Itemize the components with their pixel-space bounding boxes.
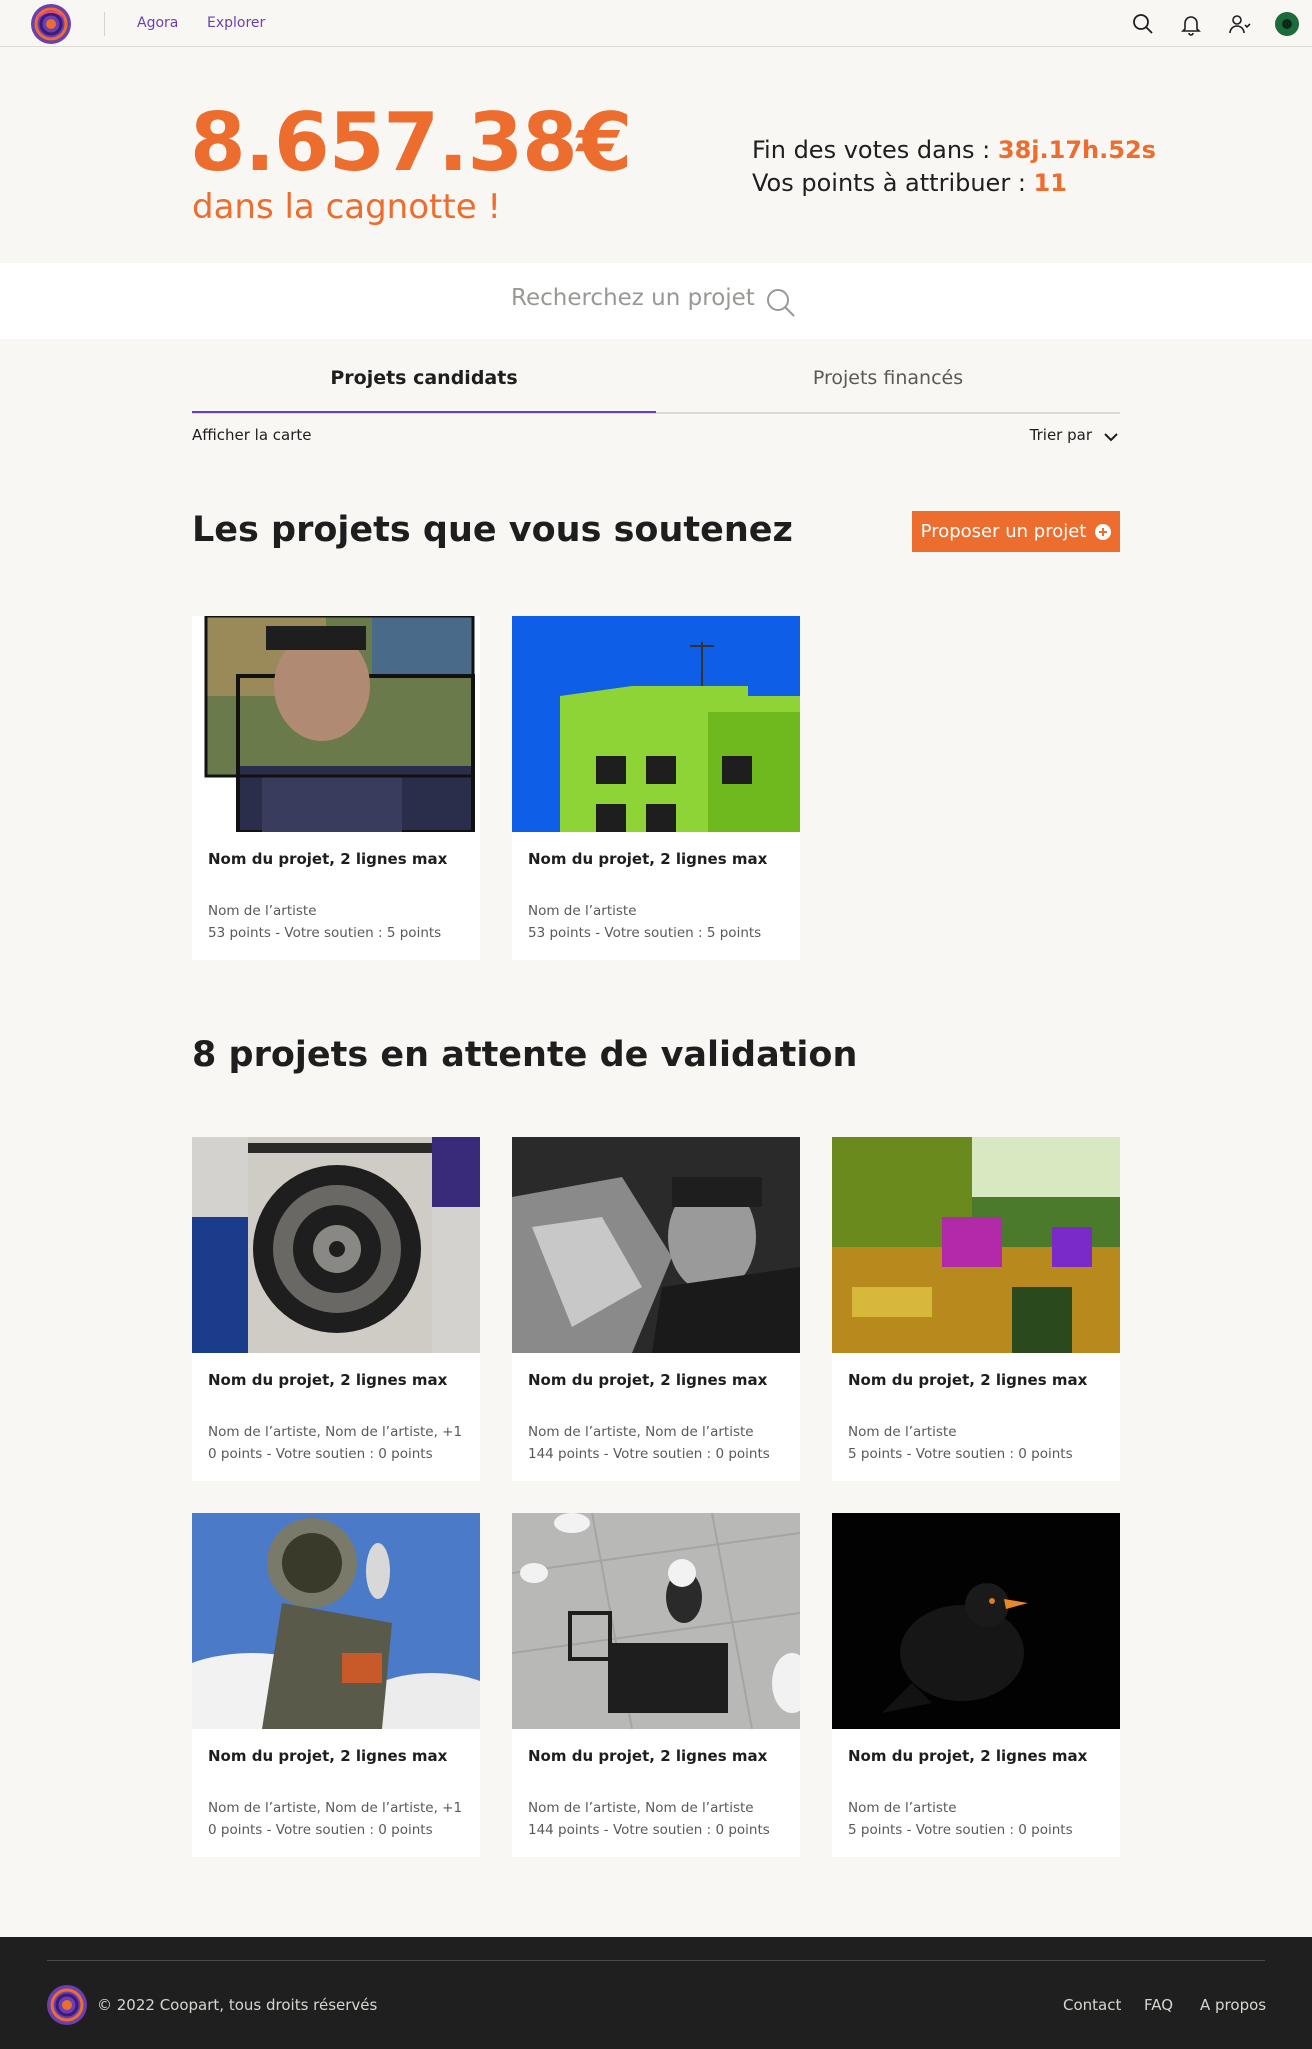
bell-icon[interactable] <box>1179 12 1203 36</box>
nav-divider <box>104 12 105 36</box>
plus-circle-icon <box>1095 523 1112 540</box>
project-thumbnail <box>832 1513 1120 1729</box>
points-line: Vos points à attribuer : 11 <box>752 167 1156 200</box>
project-points: 5 points - Votre soutien : 0 points <box>848 1822 1073 1838</box>
project-artist: Nom de l’artiste <box>208 903 317 919</box>
project-artist: Nom de l’artiste <box>848 1800 957 1816</box>
propose-project-label: Proposer un projet <box>920 521 1087 542</box>
project-card[interactable]: Nom du projet, 2 lignes max Nom de l’art… <box>832 1513 1120 1857</box>
project-thumbnail <box>512 1137 800 1353</box>
project-tabs: Projets candidats Projets financés <box>192 339 1120 414</box>
project-card[interactable]: Nom du projet, 2 lignes max Nom de l’art… <box>192 1137 480 1481</box>
project-thumbnail <box>192 1137 480 1353</box>
project-card[interactable]: Nom du projet, 2 lignes max Nom de l’art… <box>512 616 800 960</box>
project-artist: Nom de l’artiste <box>848 1424 957 1440</box>
footer-link-contact[interactable]: Contact <box>1063 1996 1121 2014</box>
top-nav: Agora Explorer <box>0 0 1312 47</box>
footer-link-faq[interactable]: FAQ <box>1144 1996 1173 2014</box>
project-artist: Nom de l’artiste, Nom de l’artiste <box>528 1800 754 1816</box>
footer-link-a-propos[interactable]: A propos <box>1200 1996 1266 2014</box>
points-label: Vos points à attribuer : <box>752 169 1034 197</box>
project-artist: Nom de l’artiste, Nom de l’artiste, +1 <box>208 1800 463 1816</box>
search-bar[interactable]: Recherchez un projet <box>0 263 1312 339</box>
project-points: 53 points - Votre soutien : 5 points <box>208 925 442 941</box>
vote-end-countdown: 38j.17h.52s <box>997 136 1156 164</box>
project-points: 5 points - Votre soutien : 0 points <box>848 1446 1073 1462</box>
sort-dropdown[interactable]: Trier par <box>1030 426 1092 444</box>
project-points: 144 points - Votre soutien : 0 points <box>528 1446 770 1462</box>
project-thumbnail <box>512 616 800 832</box>
active-tab-indicator <box>192 411 656 413</box>
project-thumbnail <box>832 1137 1120 1353</box>
project-title: Nom du projet, 2 lignes max <box>528 1747 768 1765</box>
avatar[interactable] <box>1275 12 1299 36</box>
project-thumbnail <box>192 1513 480 1729</box>
nav-link-explorer[interactable]: Explorer <box>207 15 265 31</box>
logo-icon[interactable] <box>46 1984 88 2026</box>
search-input[interactable]: Recherchez un projet <box>511 285 755 311</box>
project-title: Nom du projet, 2 lignes max <box>208 1371 448 1389</box>
pending-section-title: 8 projets en attente de validation <box>192 1035 858 1075</box>
pot-subtitle: dans la cagnotte ! <box>192 187 502 227</box>
footer: © 2022 Coopart, tous droits réservés Con… <box>0 1937 1312 2049</box>
vote-info: Fin des votes dans : 38j.17h.52s Vos poi… <box>752 134 1156 200</box>
footer-divider <box>47 1960 1265 1961</box>
project-points: 0 points - Votre soutien : 0 points <box>208 1822 433 1838</box>
supported-section-title: Les projets que vous soutenez <box>192 510 793 550</box>
nav-link-agora[interactable]: Agora <box>137 15 178 31</box>
logo-icon[interactable] <box>30 3 72 45</box>
show-map-link[interactable]: Afficher la carte <box>192 426 312 444</box>
tab-projets-finances[interactable]: Projets financés <box>656 367 1120 389</box>
project-title: Nom du projet, 2 lignes max <box>848 1747 1088 1765</box>
project-artist: Nom de l’artiste, Nom de l’artiste, +1 <box>208 1424 463 1440</box>
project-artist: Nom de l’artiste, Nom de l’artiste <box>528 1424 754 1440</box>
project-thumbnail <box>192 616 480 832</box>
points-value: 11 <box>1033 169 1067 197</box>
project-points: 0 points - Votre soutien : 0 points <box>208 1446 433 1462</box>
project-thumbnail <box>512 1513 800 1729</box>
user-add-icon[interactable] <box>1227 12 1251 36</box>
project-card[interactable]: Nom du projet, 2 lignes max Nom de l’art… <box>192 616 480 960</box>
propose-project-button[interactable]: Proposer un projet <box>912 511 1120 552</box>
project-title: Nom du projet, 2 lignes max <box>208 1747 448 1765</box>
filter-row: Afficher la carte Trier par <box>192 424 1120 450</box>
tab-projets-candidats[interactable]: Projets candidats <box>192 367 656 389</box>
project-artist: Nom de l’artiste <box>528 903 637 919</box>
project-card[interactable]: Nom du projet, 2 lignes max Nom de l’art… <box>832 1137 1120 1481</box>
copyright-text: © 2022 Coopart, tous droits réservés <box>97 1996 378 2014</box>
project-card[interactable]: Nom du projet, 2 lignes max Nom de l’art… <box>192 1513 480 1857</box>
search-icon[interactable] <box>1131 12 1155 36</box>
project-card[interactable]: Nom du projet, 2 lignes max Nom de l’art… <box>512 1513 800 1857</box>
project-card[interactable]: Nom du projet, 2 lignes max Nom de l’art… <box>512 1137 800 1481</box>
project-title: Nom du projet, 2 lignes max <box>528 850 768 868</box>
hero-banner: 8.657.38€ dans la cagnotte ! Fin des vot… <box>0 48 1312 263</box>
vote-end-line: Fin des votes dans : 38j.17h.52s <box>752 134 1156 167</box>
project-points: 144 points - Votre soutien : 0 points <box>528 1822 770 1838</box>
pot-amount: 8.657.38€ <box>190 96 632 189</box>
vote-end-label: Fin des votes dans : <box>752 136 998 164</box>
search-icon[interactable] <box>765 287 797 319</box>
chevron-down-icon[interactable] <box>1102 428 1120 446</box>
project-title: Nom du projet, 2 lignes max <box>848 1371 1088 1389</box>
project-title: Nom du projet, 2 lignes max <box>208 850 448 868</box>
project-points: 53 points - Votre soutien : 5 points <box>528 925 762 941</box>
project-title: Nom du projet, 2 lignes max <box>528 1371 768 1389</box>
